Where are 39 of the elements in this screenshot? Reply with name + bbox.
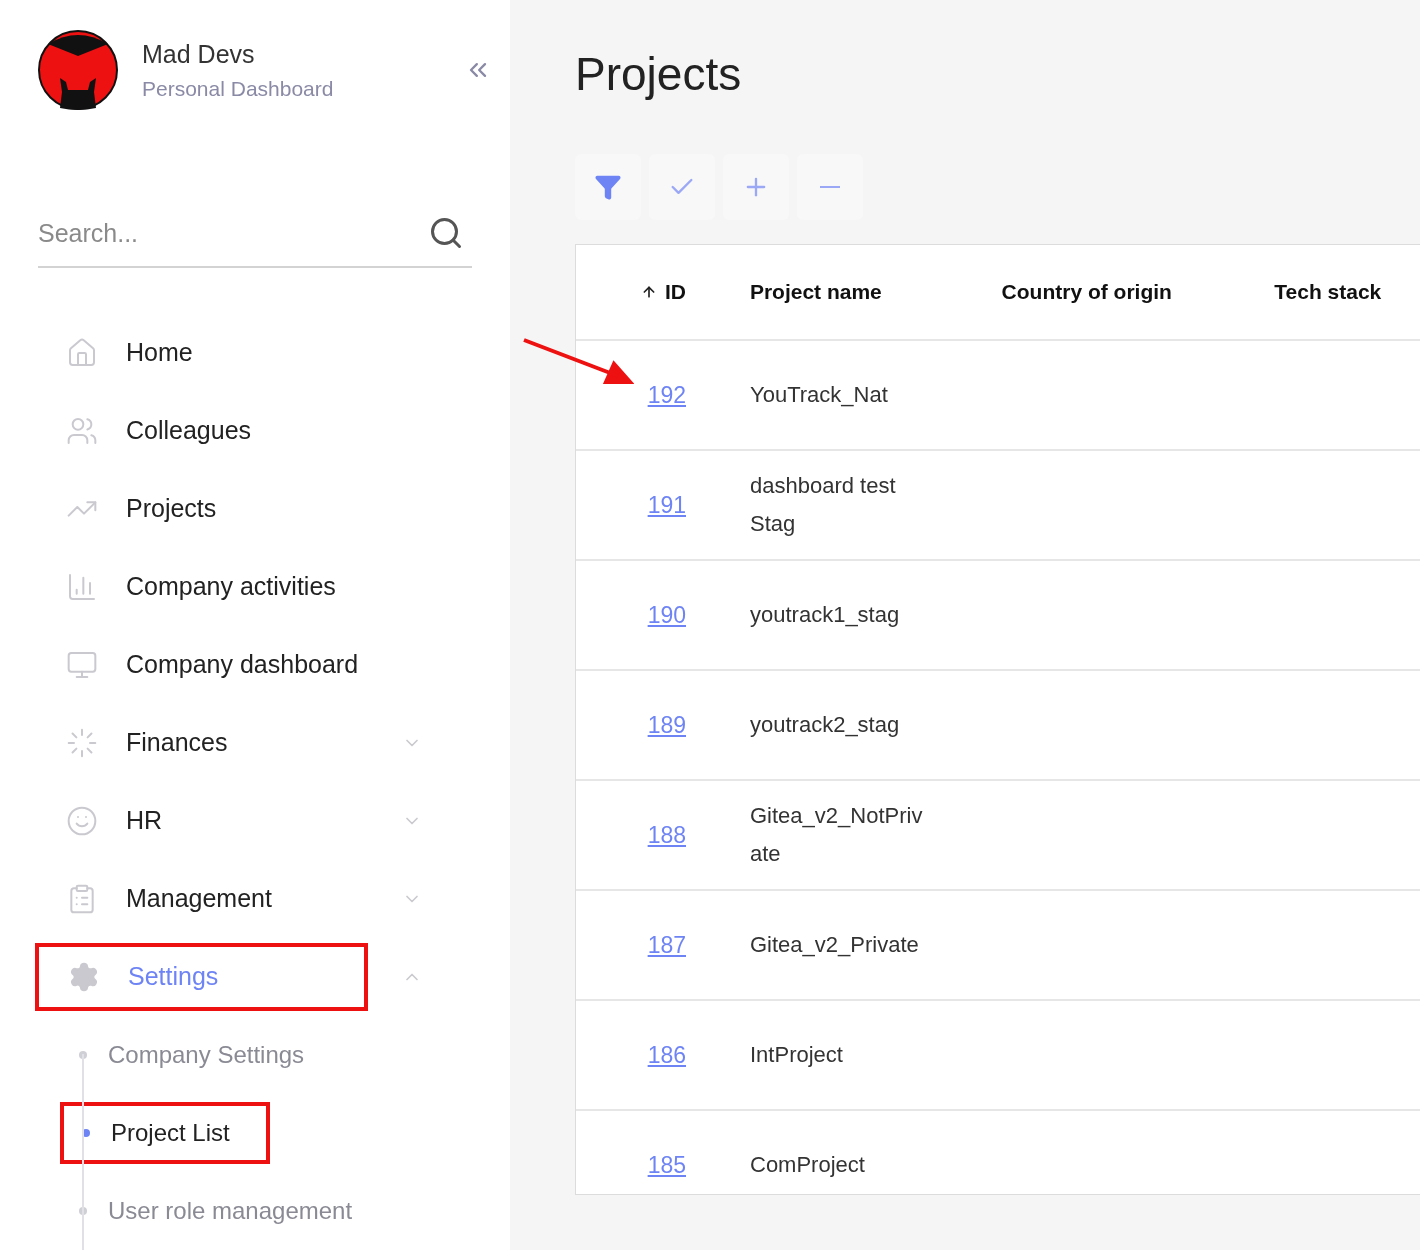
nav-label[interactable]: Management xyxy=(126,880,272,918)
search-icon[interactable] xyxy=(428,215,464,251)
project-name: YouTrack_Nat xyxy=(750,381,888,409)
project-name: Gitea_v2_NotPriv ate xyxy=(750,802,923,868)
project-name: dashboard test Stag xyxy=(750,472,896,538)
column-header[interactable]: ID xyxy=(664,276,686,308)
smile-icon xyxy=(66,805,98,837)
column-header[interactable]: Project name xyxy=(749,276,882,308)
page-title: Projects xyxy=(575,47,743,102)
column-header[interactable]: Country of origin xyxy=(1001,276,1172,308)
nav-label[interactable]: Projects xyxy=(126,490,217,528)
nav-label[interactable]: Finances xyxy=(126,724,228,762)
nav-label[interactable]: Home xyxy=(126,334,193,372)
nav-label[interactable]: HR xyxy=(126,802,163,840)
add-button[interactable] xyxy=(723,154,789,220)
nav-label[interactable]: Company activities xyxy=(126,568,336,606)
monitor-icon xyxy=(66,649,98,681)
chart-icon xyxy=(66,571,98,603)
filter-button[interactable] xyxy=(575,154,641,220)
nav-label[interactable]: Colleagues xyxy=(126,412,252,450)
settings-icon xyxy=(68,961,100,993)
project-name: youtrack2_stag xyxy=(750,711,900,739)
nav-label[interactable]: Company dashboard xyxy=(126,646,359,684)
brand-name: Mad Devs xyxy=(142,38,256,70)
sub-item-label[interactable]: Project List xyxy=(111,1115,230,1151)
filter-icon xyxy=(594,173,622,201)
brand-subtitle: Personal Dashboard xyxy=(142,76,334,102)
logo-icon xyxy=(38,30,118,110)
remove-button[interactable] xyxy=(797,154,863,220)
project-name: youtrack1_stag xyxy=(750,601,900,629)
project-name: Gitea_v2_Private xyxy=(750,931,919,959)
column-header[interactable]: Tech stack xyxy=(1274,276,1382,308)
project-name: IntProject xyxy=(750,1041,843,1069)
project-name: ComProject xyxy=(750,1151,865,1179)
minus-icon xyxy=(820,186,840,188)
search-field[interactable]: Search... xyxy=(38,215,428,253)
people-icon xyxy=(66,415,98,447)
home-icon xyxy=(66,337,98,369)
check-button[interactable] xyxy=(649,154,715,220)
